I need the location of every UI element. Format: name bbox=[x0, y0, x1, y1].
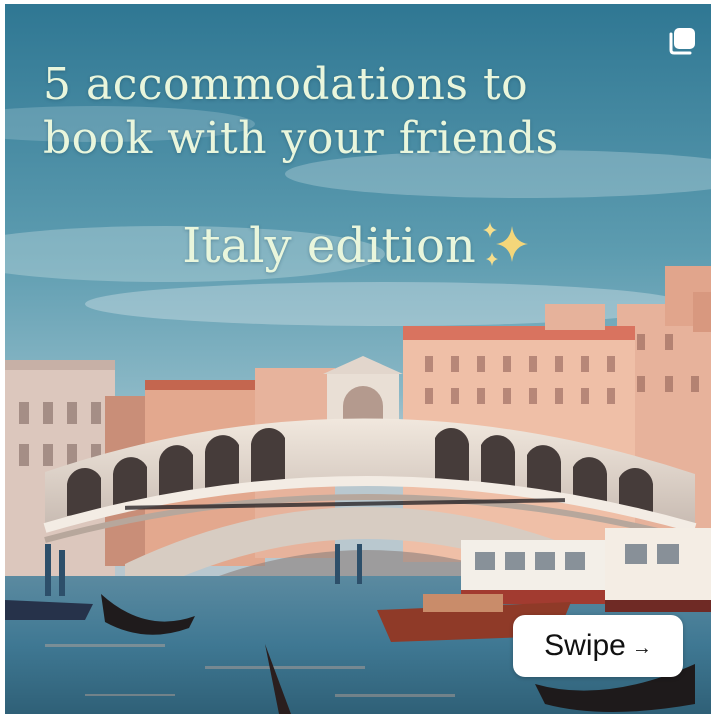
subheading-text: Italy edition bbox=[182, 218, 476, 274]
post-subheading: Italy edition bbox=[5, 216, 711, 276]
sparkles-icon bbox=[478, 218, 534, 274]
post-headline: 5 accommodations to book with your frien… bbox=[43, 58, 703, 166]
swipe-button[interactable]: Swipe → bbox=[513, 615, 683, 677]
multiple-images-icon bbox=[665, 26, 697, 58]
arrow-right-icon: → bbox=[631, 636, 652, 659]
instagram-post[interactable]: 5 accommodations to book with your frien… bbox=[5, 4, 711, 714]
headline-line-2: book with your friends bbox=[43, 113, 559, 164]
swipe-label: Swipe bbox=[544, 629, 626, 662]
headline-line-1: 5 accommodations to bbox=[43, 59, 529, 110]
